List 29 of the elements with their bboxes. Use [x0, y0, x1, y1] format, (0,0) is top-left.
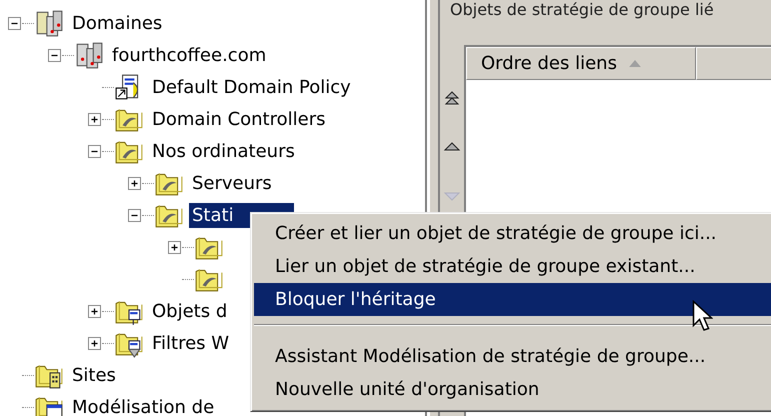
- tree-item[interactable]: Domain Controllers: [149, 106, 328, 132]
- tree-item[interactable]: Modélisation de: [69, 394, 218, 416]
- server-folder-icon: [34, 8, 64, 38]
- tree-item[interactable]: Filtres W: [149, 330, 232, 356]
- expand-icon[interactable]: [88, 112, 100, 126]
- expand-icon[interactable]: [88, 304, 100, 318]
- expand-icon[interactable]: [128, 176, 140, 190]
- tree-item[interactable]: Nos ordinateurs: [149, 138, 298, 164]
- expand-icon[interactable]: [88, 336, 100, 350]
- column-header[interactable]: Ordre des liens: [466, 47, 696, 80]
- collapse-icon[interactable]: [8, 16, 20, 30]
- menu-item[interactable]: Lier un objet de stratégie de groupe existant...: [254, 250, 771, 283]
- collapse-icon[interactable]: [88, 144, 100, 158]
- collapse-icon[interactable]: [48, 48, 60, 62]
- sort-ascending-icon: [628, 60, 641, 67]
- servers-icon: [74, 40, 104, 70]
- menu-item[interactable]: Bloquer l'héritage: [254, 283, 771, 316]
- menu-item[interactable]: Assistant Modélisation de stratégie de groupe...: [254, 340, 771, 373]
- tree-item[interactable]: Objets d: [149, 298, 230, 324]
- tree-item[interactable]: Default Domain Policy: [149, 74, 354, 100]
- collapse-icon[interactable]: [128, 208, 140, 222]
- section-title: Objets de stratégie de groupe lié: [449, 0, 715, 19]
- menu-item[interactable]: Nouvelle unité d'organisation: [254, 373, 771, 406]
- expand-icon[interactable]: [168, 240, 180, 254]
- tree-item[interactable]: Domaines: [69, 10, 166, 36]
- tree-item[interactable]: Sites: [69, 362, 119, 388]
- tree-item[interactable]: Serveurs: [189, 170, 275, 196]
- cursor-icon: [692, 300, 713, 333]
- tree-item[interactable]: fourthcoffee.com: [109, 42, 270, 68]
